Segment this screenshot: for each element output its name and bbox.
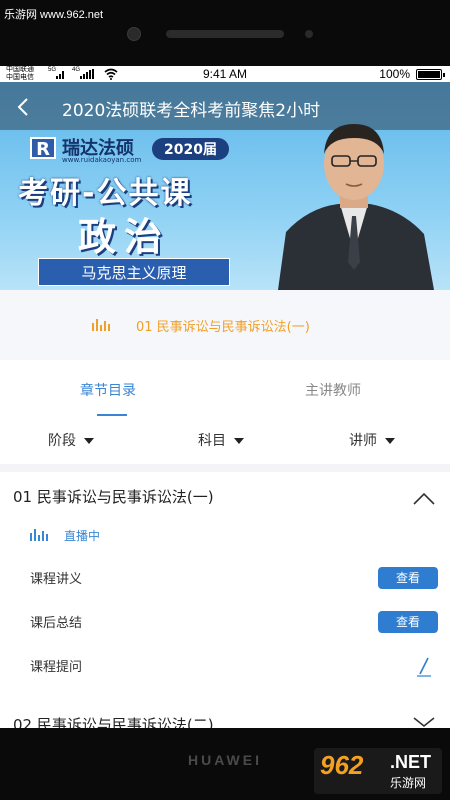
back-button[interactable] (10, 96, 36, 118)
teacher-photo (278, 124, 434, 290)
section-divider (0, 464, 450, 472)
filter-teacher[interactable]: 讲师 (349, 430, 395, 450)
filter-bar: 阶段 科目 讲师 (0, 422, 450, 458)
list-item: 课程提问 (0, 646, 450, 686)
banner-chapter: 马克思主义原理 (38, 258, 230, 286)
earpiece-speaker (166, 30, 284, 38)
chapter-header[interactable]: 02 民事诉讼与民事诉讼法(二) (0, 706, 450, 728)
front-camera (127, 27, 141, 41)
now-playing-text: 01 民事诉讼与民事诉讼法(一) (136, 320, 310, 335)
logo-net: .NET (390, 752, 432, 772)
filter-teacher-label: 讲师 (349, 433, 377, 449)
audio-bars-icon (30, 529, 48, 541)
caret-down-icon (84, 438, 94, 444)
status-bar: 中国联通 中国电信 5G 4G 9:41 AM 100% (0, 66, 450, 82)
list-item: 课后总结 查看 (0, 602, 450, 642)
chevron-up-icon[interactable] (412, 492, 436, 506)
chevron-down-icon[interactable] (412, 716, 436, 728)
caret-down-icon (234, 438, 244, 444)
battery-percent: 100% (379, 67, 410, 81)
chapter-title: 01 民事诉讼与民事诉讼法(一) (13, 488, 214, 506)
proximity-sensor (305, 30, 313, 38)
view-notes-button[interactable]: 查看 (378, 567, 438, 589)
tab-teachers[interactable]: 主讲教师 (305, 380, 361, 400)
watermark: 乐游网 www.962.net (4, 9, 104, 21)
course-banner[interactable]: 2020法硕联考全科考前聚焦2小时 R 瑞达法硕 www.ruidakaoyan… (0, 82, 450, 290)
row-label: 课后总结 (30, 616, 83, 631)
chevron-left-icon (17, 98, 28, 116)
logo-number: 962 (320, 750, 364, 780)
row-label: 课程讲义 (30, 572, 83, 587)
battery-level (418, 71, 440, 78)
audio-bars-icon (92, 319, 110, 331)
pencil-icon[interactable] (412, 654, 436, 678)
banner-subject: 政治 (78, 215, 171, 259)
list-item: 课程讲义 查看 (0, 558, 450, 598)
filter-stage-label: 阶段 (48, 433, 76, 449)
logo-cn: 乐游网 (390, 776, 427, 790)
tab-chapters[interactable]: 章节目录 (80, 380, 136, 400)
brand-url: www.ruidakaoyan.com (62, 156, 142, 164)
year-badge: 2020届 (152, 138, 229, 160)
active-tab-indicator (97, 414, 127, 416)
view-summary-button[interactable]: 查看 (378, 611, 438, 633)
brand-logo-icon: R (30, 137, 56, 160)
phone-top-bezel: 乐游网 www.962.net (0, 0, 450, 66)
live-label: 直播中 (64, 529, 101, 543)
filter-subject[interactable]: 科目 (198, 430, 244, 450)
chapter-title: 02 民事诉讼与民事诉讼法(二) (13, 716, 214, 728)
app-screen: 中国联通 中国电信 5G 4G 9:41 AM 100% 2020法硕联考全科考… (0, 66, 450, 728)
filter-stage[interactable]: 阶段 (48, 430, 94, 450)
live-status: 直播中 (0, 522, 450, 550)
filter-subject-label: 科目 (198, 433, 226, 449)
phone-bottom-bezel: HUAWEI 962 .NET 乐游网 (0, 728, 450, 800)
tab-bar: 章节目录 主讲教师 (0, 366, 450, 420)
battery-icon (416, 69, 445, 80)
caret-down-icon (385, 438, 395, 444)
chapter-header[interactable]: 01 民事诉讼与民事诉讼法(一) (0, 472, 450, 520)
row-label: 课程提问 (30, 660, 83, 675)
site-logo: 962 .NET 乐游网 (314, 748, 442, 794)
